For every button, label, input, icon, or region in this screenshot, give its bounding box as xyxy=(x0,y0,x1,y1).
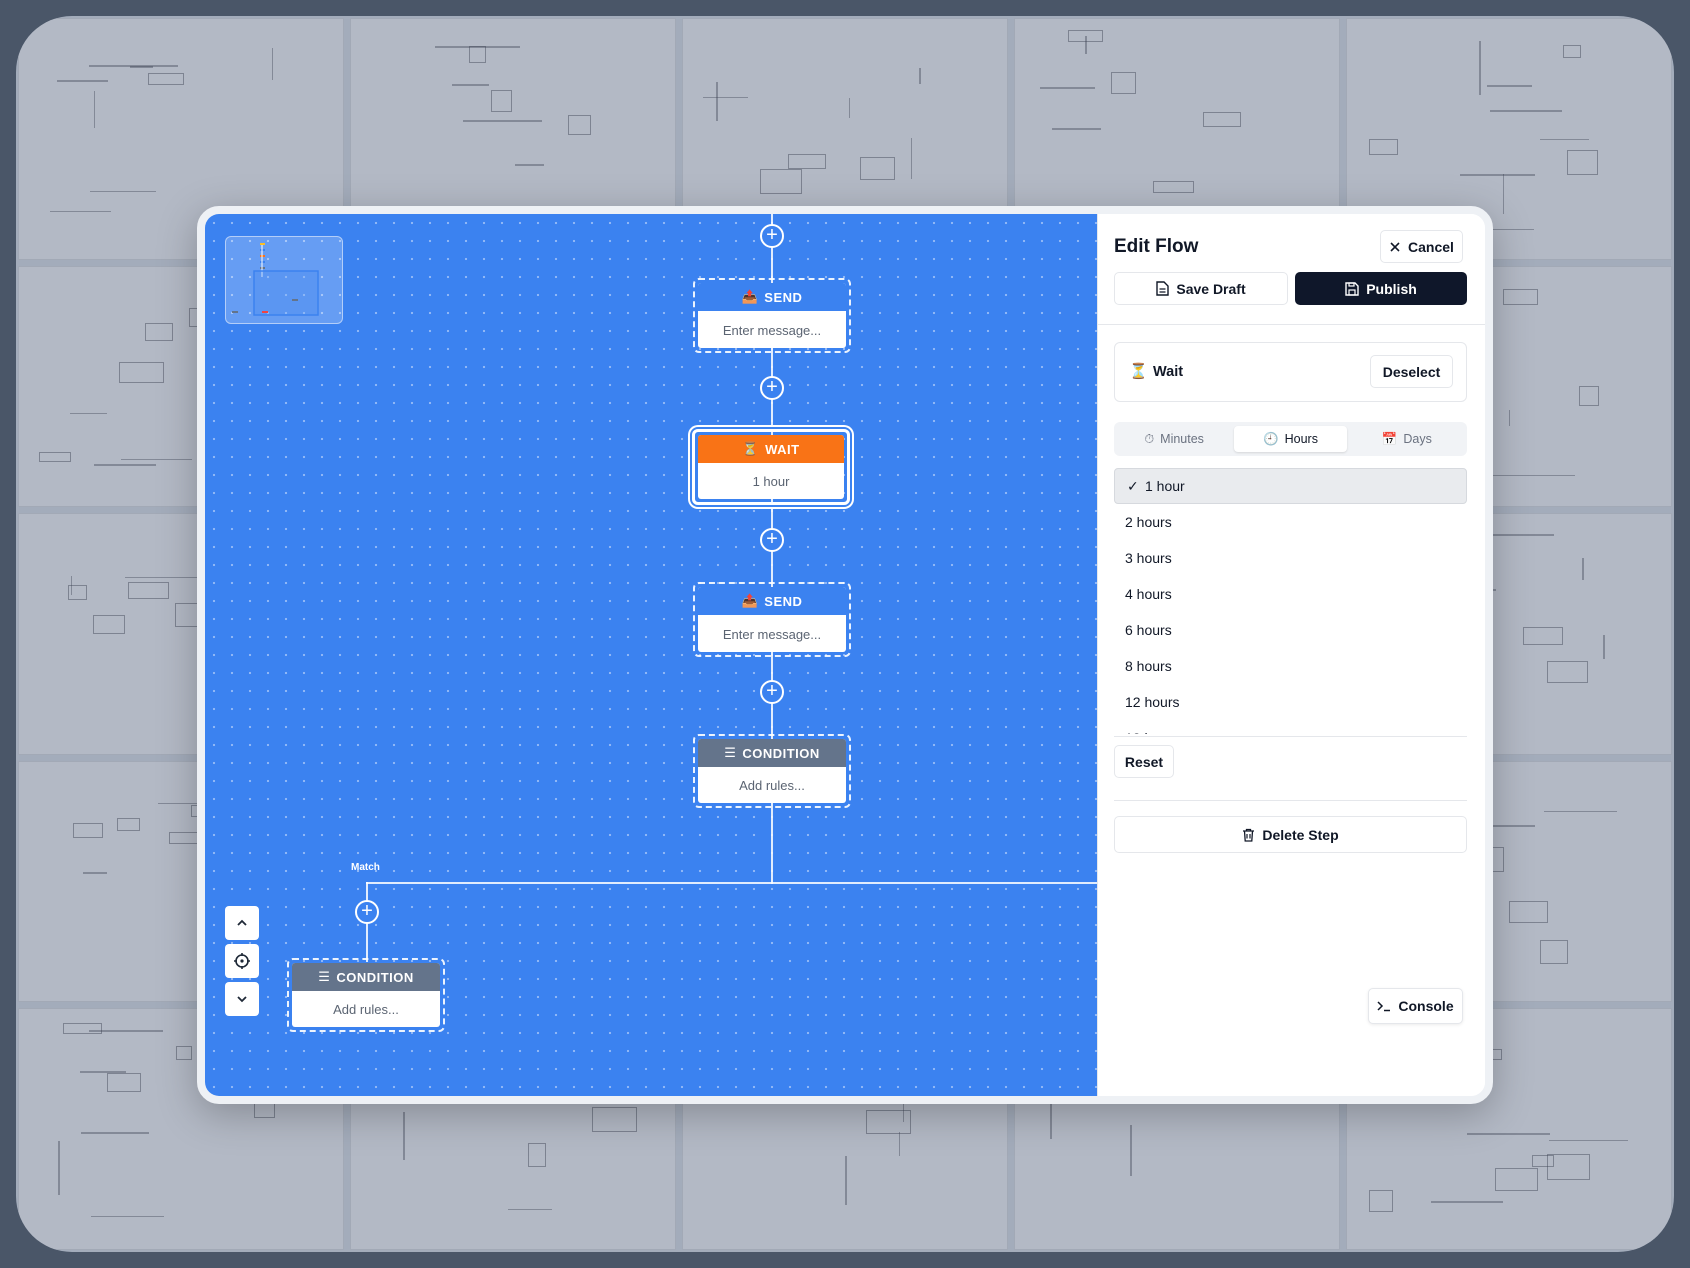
crosshair-icon xyxy=(234,953,250,969)
duration-option[interactable]: 8 hours xyxy=(1114,648,1467,684)
cancel-button[interactable]: Cancel xyxy=(1380,230,1463,263)
duration-option[interactable]: 3 hours xyxy=(1114,540,1467,576)
minimap-preview xyxy=(232,243,319,316)
flow-node-wait[interactable]: ⏳ WAIT 1 hour xyxy=(692,429,850,505)
duration-option[interactable]: 4 hours xyxy=(1114,576,1467,612)
tab-minutes[interactable]: ⏱ Minutes xyxy=(1118,426,1230,452)
node-body: Enter message... xyxy=(722,322,822,338)
connector-branch xyxy=(366,882,1097,884)
scroll-down-button[interactable] xyxy=(225,982,259,1016)
node-body: Enter message... xyxy=(722,626,822,642)
duration-option[interactable]: 2 hours xyxy=(1114,504,1467,540)
flow-node-send[interactable]: 📤 SEND Enter message... xyxy=(693,278,851,353)
node-title: CONDITION xyxy=(742,745,820,761)
chevron-up-icon xyxy=(237,919,247,926)
add-step-button[interactable]: + xyxy=(355,900,379,924)
tab-hours[interactable]: 🕘 Hours xyxy=(1234,426,1347,452)
flow-editor-window: Match + + + + + 📤 SEND Enter message... ⏳… xyxy=(197,206,1493,1104)
console-label: Console xyxy=(1398,998,1454,1014)
chevron-down-icon xyxy=(237,996,247,1003)
node-title: CONDITION xyxy=(336,969,414,985)
divider xyxy=(1098,324,1485,325)
minimap[interactable] xyxy=(225,236,343,324)
clock-icon: 🕘 xyxy=(1263,431,1279,446)
duration-option[interactable]: 18 hours xyxy=(1114,720,1467,734)
publish-button[interactable]: Publish xyxy=(1295,272,1467,305)
node-title: SEND xyxy=(764,289,803,305)
add-step-button[interactable]: + xyxy=(760,224,784,248)
hourglass-icon: ⏳ xyxy=(742,441,760,456)
console-button[interactable]: Console xyxy=(1368,988,1463,1024)
tab-label: Minutes xyxy=(1160,432,1204,446)
save-draft-label: Save Draft xyxy=(1176,280,1246,297)
option-label: 1 hour xyxy=(1145,478,1185,494)
edit-flow-panel: Edit Flow Cancel Save Draft Publish ⏳ Wa… xyxy=(1097,214,1485,1096)
deselect-button[interactable]: Deselect xyxy=(1370,355,1453,388)
hourglass-icon: ⏳ xyxy=(1129,363,1148,380)
node-body: Add rules... xyxy=(739,777,805,793)
delete-step-label: Delete Step xyxy=(1262,826,1339,843)
reset-button[interactable]: Reset xyxy=(1114,745,1174,778)
branch-label-match: Match xyxy=(351,862,380,873)
tab-days[interactable]: 📅 Days xyxy=(1351,426,1463,452)
selected-step-card: ⏳ Wait Deselect xyxy=(1114,342,1467,402)
tab-label: Days xyxy=(1403,432,1432,446)
stopwatch-icon: ⏱ xyxy=(1144,431,1155,446)
cancel-label: Cancel xyxy=(1408,238,1454,255)
save-draft-button[interactable]: Save Draft xyxy=(1114,272,1288,305)
duration-options-list[interactable]: ✓ 1 hour 2 hours 3 hours 4 hours 6 hours… xyxy=(1114,468,1467,734)
node-title: SEND xyxy=(764,593,803,609)
tab-label: Hours xyxy=(1284,432,1318,446)
selected-step-name: Wait xyxy=(1153,364,1184,380)
divider xyxy=(1114,736,1467,737)
terminal-icon xyxy=(1377,1001,1391,1012)
recenter-button[interactable] xyxy=(225,944,259,978)
time-unit-tabs: ⏱ Minutes 🕘 Hours 📅 Days xyxy=(1114,422,1467,456)
add-step-button[interactable]: + xyxy=(760,528,784,552)
close-icon xyxy=(1390,241,1400,252)
delete-step-button[interactable]: Delete Step xyxy=(1114,816,1467,853)
duration-option[interactable]: 6 hours xyxy=(1114,612,1467,648)
check-icon: ✓ xyxy=(1127,477,1139,494)
flow-node-condition[interactable]: ☰ CONDITION Add rules... xyxy=(693,734,851,808)
scroll-up-button[interactable] xyxy=(225,906,259,940)
publish-label: Publish xyxy=(1366,280,1417,297)
send-icon: 📤 xyxy=(741,289,759,304)
document-icon xyxy=(1156,281,1170,296)
duration-option-selected[interactable]: ✓ 1 hour xyxy=(1114,468,1467,504)
trash-icon xyxy=(1243,828,1255,842)
duration-option[interactable]: 12 hours xyxy=(1114,684,1467,720)
panel-title: Edit Flow xyxy=(1114,236,1199,257)
node-body: 1 hour xyxy=(752,473,790,489)
calendar-icon: 📅 xyxy=(1381,431,1398,446)
send-icon: 📤 xyxy=(741,593,759,608)
save-icon xyxy=(1345,281,1359,296)
node-title: WAIT xyxy=(765,441,800,457)
condition-icon: ☰ xyxy=(318,969,331,984)
add-step-button[interactable]: + xyxy=(760,680,784,704)
node-body: Add rules... xyxy=(333,1001,399,1017)
flow-node-send[interactable]: 📤 SEND Enter message... xyxy=(693,582,851,657)
condition-icon: ☰ xyxy=(724,745,737,760)
flow-canvas[interactable]: Match + + + + + 📤 SEND Enter message... ⏳… xyxy=(205,214,1097,1096)
add-step-button[interactable]: + xyxy=(760,376,784,400)
divider xyxy=(1114,800,1467,801)
flow-node-condition[interactable]: ☰ CONDITION Add rules... xyxy=(287,958,445,1032)
